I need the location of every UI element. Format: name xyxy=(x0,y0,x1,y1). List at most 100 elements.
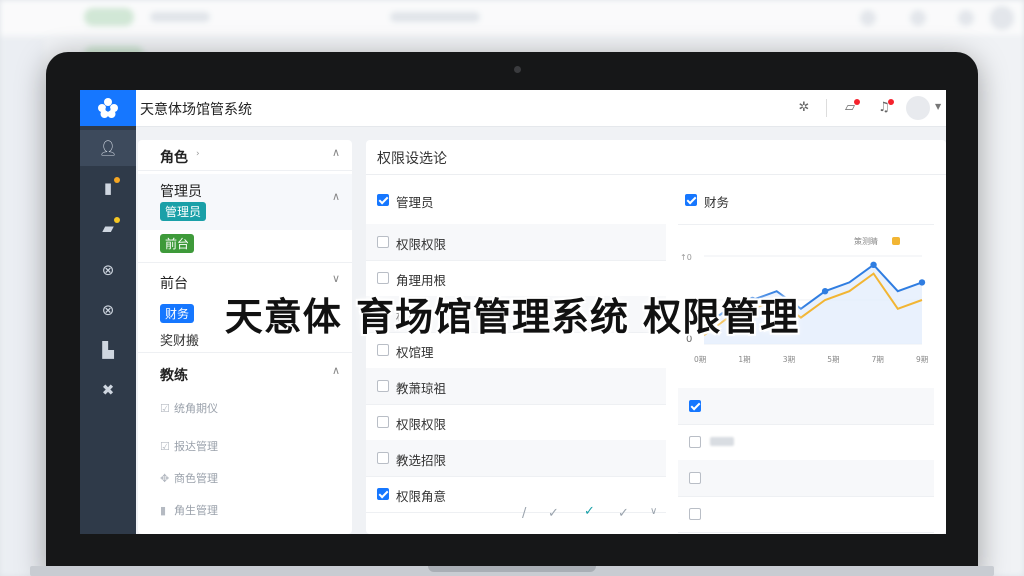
column-label-finance: 财务 xyxy=(704,195,730,210)
legend-swatch xyxy=(892,237,900,245)
topbar-separator xyxy=(826,99,827,117)
role-tag[interactable]: 前台 xyxy=(160,234,195,253)
user-icon: 👤︎ xyxy=(98,139,118,157)
permission-label: 教萧琼祖 xyxy=(396,381,447,396)
permission-label: 权限权限 xyxy=(396,237,447,252)
role-panel-header[interactable]: 角色 › ∧ xyxy=(138,140,352,170)
role-tag[interactable]: 管理员 xyxy=(160,202,207,221)
laptop-notch xyxy=(428,566,596,572)
rail-item-tools[interactable]: ✖ xyxy=(80,372,136,408)
tick-icon: ✓ xyxy=(548,506,559,521)
background-chip xyxy=(84,8,134,26)
chevron-up-icon[interactable]: ∧ xyxy=(332,146,340,159)
finance-checkbox[interactable] xyxy=(689,508,701,520)
permission-checkbox[interactable] xyxy=(377,416,389,428)
permission-label: 权限权限 xyxy=(396,417,447,432)
puzzle-icon: ✖ xyxy=(101,381,115,399)
role-group-title: 管理员 xyxy=(160,184,202,200)
permission-checkbox[interactable] xyxy=(377,344,389,356)
background-line xyxy=(150,12,210,22)
document-icon: ▮ xyxy=(103,179,113,197)
chevron-down-icon[interactable]: ▼ xyxy=(935,102,941,111)
permission-label: 教选招限 xyxy=(396,453,447,468)
background-line xyxy=(390,12,480,22)
finance-row[interactable] xyxy=(678,496,934,533)
legend-label: 策测睛 xyxy=(854,236,878,246)
rail-item-docs[interactable]: ▮ xyxy=(80,170,136,206)
data-point xyxy=(870,261,877,268)
permission-checkbox[interactable] xyxy=(377,272,389,284)
coach-subitem[interactable]: ☑ 统角期仪 xyxy=(160,400,218,416)
permission-checkbox[interactable] xyxy=(377,452,389,464)
finance-checkbox[interactable] xyxy=(689,472,701,484)
coach-subitem[interactable]: ☑ 报达管理 xyxy=(160,438,218,454)
background-icon xyxy=(990,6,1014,30)
row-tick-strip: / ✓ ✓ ✓ ∨ xyxy=(516,504,666,524)
finance-row[interactable] xyxy=(678,224,934,248)
column-checkbox-admin[interactable] xyxy=(377,194,389,206)
x-tick-label: 9期 xyxy=(916,355,928,364)
column-checkbox-finance[interactable] xyxy=(685,194,697,206)
chevron-down-icon[interactable]: ∨ xyxy=(650,506,657,517)
permission-row[interactable]: 权限权限 xyxy=(366,224,666,261)
tick-icon: ✓ xyxy=(618,506,629,521)
flower-logo-icon xyxy=(98,98,118,118)
tick-icon: ✓ xyxy=(584,504,595,519)
background-icon xyxy=(958,10,974,26)
folder-icon: ▰ xyxy=(102,219,114,237)
permission-titlebar xyxy=(366,140,946,175)
puzzle-icon: ✥ xyxy=(160,472,170,485)
rail-badge xyxy=(114,177,120,183)
settings-icon[interactable]: ✲ xyxy=(796,100,812,116)
coach-subitem[interactable]: ▮ 角生管理 xyxy=(160,502,218,518)
chevron-down-icon[interactable]: ∨ xyxy=(332,272,340,285)
finance-checkbox[interactable] xyxy=(689,436,701,448)
rail-item-close-a[interactable]: ⊗ xyxy=(80,252,136,288)
laptop-camera xyxy=(514,66,521,73)
app-title: 天意体场馆管系统 xyxy=(140,102,252,118)
coach-subitem[interactable]: ✥ 商色管理 xyxy=(160,470,218,486)
role-group-coach[interactable]: 教练 ∧ xyxy=(138,358,352,388)
permission-checkbox[interactable] xyxy=(377,488,389,500)
finance-row[interactable] xyxy=(678,388,934,425)
finance-row[interactable] xyxy=(678,460,934,497)
permission-row[interactable]: 权限权限 xyxy=(366,404,666,441)
x-tick-label: 1期 xyxy=(738,355,750,364)
y-tick-label: ↑0 xyxy=(680,253,692,262)
x-tick-label: 0期 xyxy=(694,355,706,364)
permission-checkbox[interactable] xyxy=(377,236,389,248)
column-label-admin: 管理员 xyxy=(396,195,434,210)
chevron-up-icon[interactable]: ∧ xyxy=(332,364,340,377)
checkbox-icon: ☑ xyxy=(160,402,170,415)
background-icon xyxy=(860,10,876,26)
message-badge xyxy=(854,99,860,105)
rail-item-folder[interactable]: ▰ xyxy=(80,210,136,246)
app-logo[interactable] xyxy=(80,90,136,126)
chevron-up-icon[interactable]: ∧ xyxy=(332,190,340,203)
file-icon: ▮ xyxy=(160,504,167,517)
rail-item-user[interactable]: 👤︎ xyxy=(80,130,136,166)
close-circle-icon: ⊗ xyxy=(101,261,115,279)
permission-label: 权限角意 xyxy=(396,489,447,504)
finance-row[interactable] xyxy=(678,424,934,461)
permission-label: 权馆理 xyxy=(396,345,434,360)
divider xyxy=(138,262,352,263)
report-icon: ▙ xyxy=(102,341,114,359)
divider xyxy=(138,352,352,353)
top-bar: 天意体场馆管系统 ✲ ▱ ♫ ▼ xyxy=(80,90,946,127)
role-group-title: 教练 xyxy=(160,368,188,384)
data-point xyxy=(918,279,926,286)
permission-row[interactable]: 教选招限 xyxy=(366,440,666,477)
avatar[interactable] xyxy=(906,96,930,120)
x-tick-label: 5期 xyxy=(827,355,839,364)
finance-checkbox[interactable] xyxy=(689,400,701,412)
background-icon xyxy=(910,10,926,26)
x-tick-label: 7期 xyxy=(872,355,884,364)
bell-badge xyxy=(888,99,894,105)
permission-title: 权限设选论 xyxy=(377,151,447,167)
x-tick-label: 3期 xyxy=(783,355,795,364)
checkbox-icon: ☑ xyxy=(160,440,170,453)
permission-row[interactable]: 教萧琼祖 xyxy=(366,368,666,405)
permission-checkbox[interactable] xyxy=(377,380,389,392)
tick-icon: / xyxy=(522,506,527,521)
